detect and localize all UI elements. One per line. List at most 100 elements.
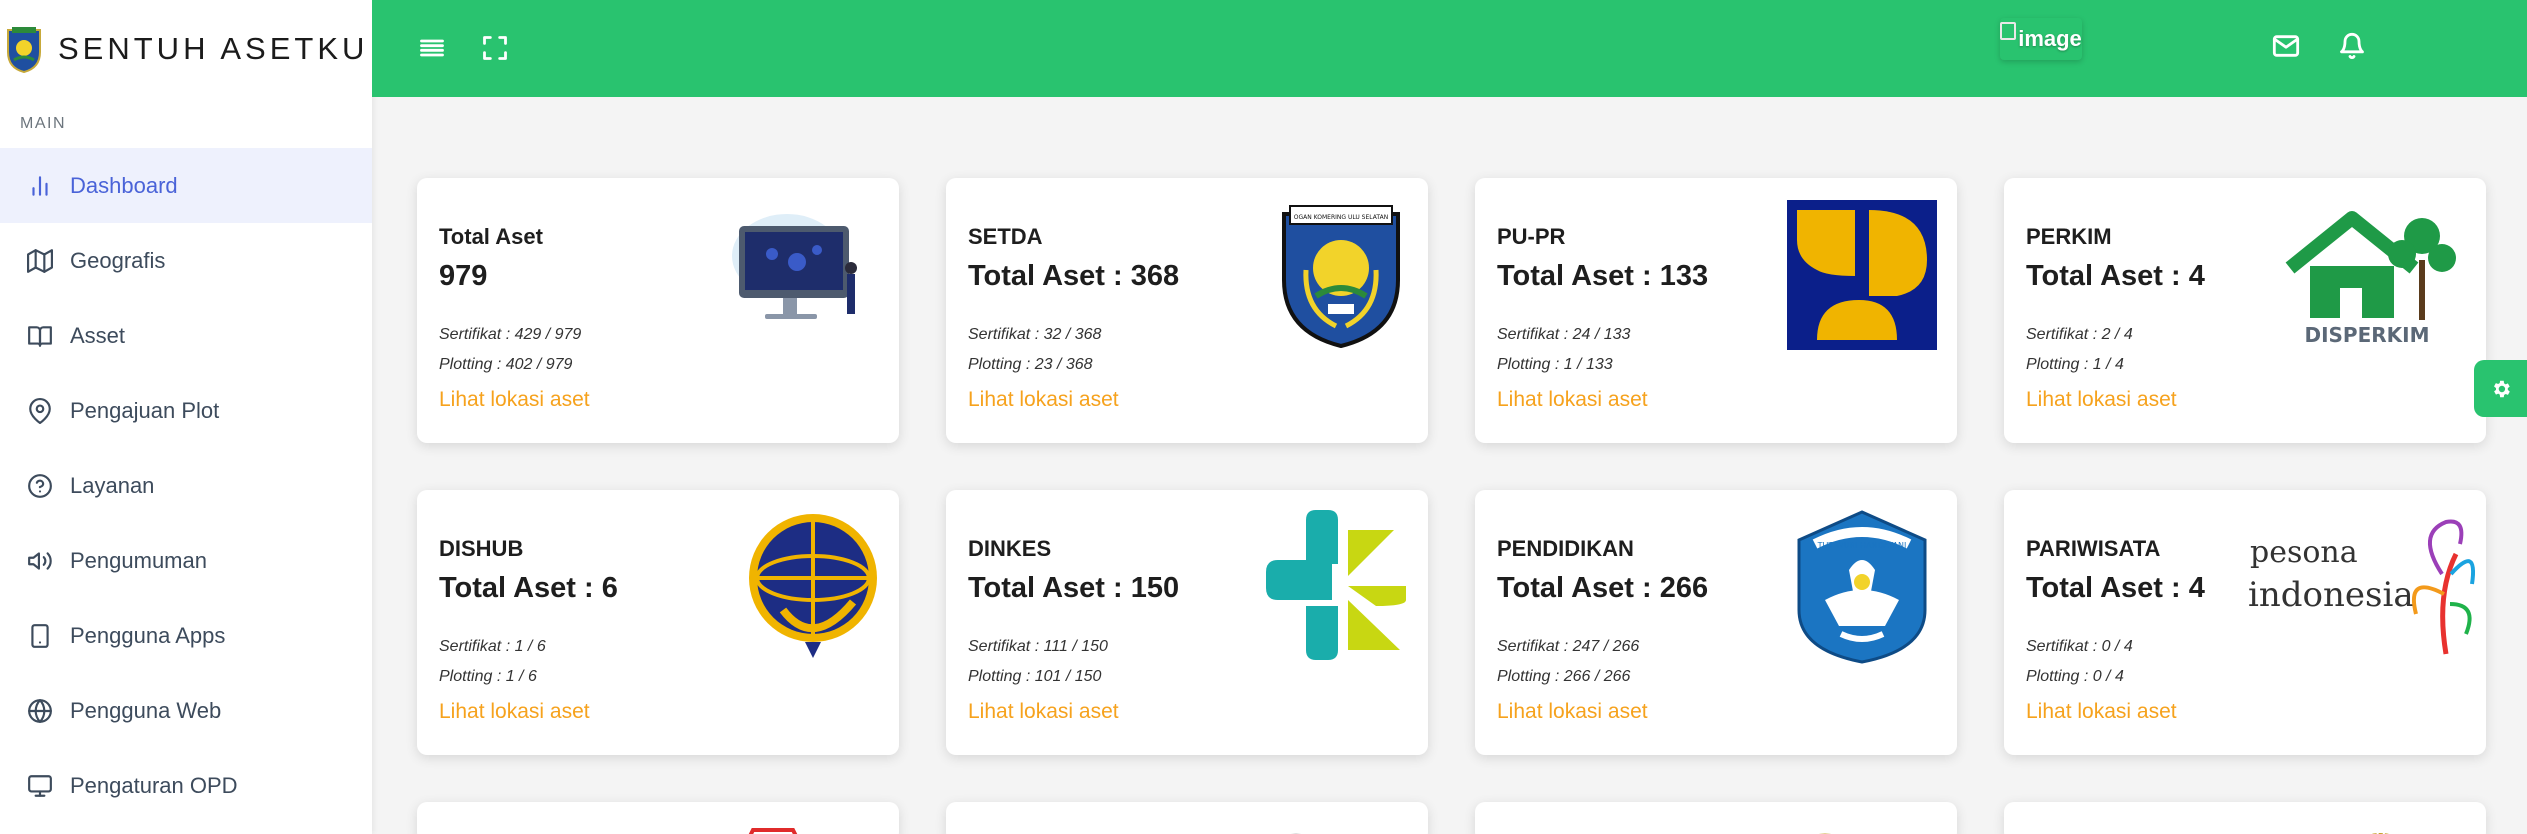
sidebar-item-geografis[interactable]: Geografis (0, 223, 372, 298)
sidebar-item-pengajuan-plot[interactable]: Pengajuan Plot (0, 373, 372, 448)
topbar: image (372, 0, 2527, 97)
asset-card-setda: SETDA Total Aset : 368 Sertifikat : 32 /… (946, 178, 1428, 443)
card-sertifikat: Sertifikat : 247 / 266 (1497, 638, 1640, 655)
card-sertifikat: Sertifikat : 32 / 368 (968, 326, 1102, 343)
sidebar-item-label: Pengajuan Plot (70, 397, 220, 423)
card-total: Total Aset : 133 (1497, 260, 1709, 292)
settings-toggle-button[interactable] (2474, 360, 2527, 417)
sidebar-item-label: Pengguna Web (70, 697, 222, 723)
card-title: PENDIDIKAN (1497, 536, 1634, 561)
view-location-link[interactable]: Lihat lokasi aset (1497, 700, 1648, 724)
megaphone-icon (26, 547, 54, 575)
asset-card-partial (946, 802, 1428, 834)
emblem-text: OGAN KOMERING ULU SELATAN (1294, 214, 1388, 221)
fullscreen-icon[interactable] (477, 30, 513, 66)
card-total: Total Aset : 4 (2026, 260, 2205, 292)
book-icon (26, 322, 54, 350)
sidebar-item-pengguna-web[interactable]: Pengguna Web (0, 673, 372, 748)
card-total: Total Aset : 266 (1497, 572, 1709, 604)
section-label-main: MAIN (20, 115, 66, 132)
mail-icon[interactable] (2268, 28, 2304, 64)
card-total: Total Aset : 6 (439, 572, 618, 604)
dishub-logo-icon (749, 514, 877, 658)
card-sertifikat: Sertifikat : 1 / 6 (439, 638, 546, 655)
card-sertifikat: Sertifikat : 111 / 150 (968, 638, 1108, 655)
tut-wuri-handayani-logo-icon: TUT WURI HANDAYANI (1797, 510, 1927, 664)
sidebar-item-pengguna-apps[interactable]: Pengguna Apps (0, 598, 372, 673)
map-pin-icon (26, 397, 54, 425)
menu-icon[interactable] (414, 30, 450, 66)
view-location-link[interactable]: Lihat lokasi aset (968, 700, 1119, 724)
sidebar-item-label: Layanan (70, 472, 155, 498)
card-title: DINKES (968, 536, 1052, 561)
globe-icon (26, 697, 54, 725)
tut-wuri-text: TUT WURI HANDAYANI (1817, 541, 1907, 550)
bell-icon[interactable] (2334, 28, 2370, 64)
asset-card-total: Total Aset 979 Sertifikat : 429 / 979 Pl… (417, 178, 899, 443)
disperkim-logo-icon: DISPERKIM (2285, 211, 2456, 347)
sidebar-item-pengumuman[interactable]: Pengumuman (0, 523, 372, 598)
sidebar-item-layanan[interactable]: Layanan (0, 448, 372, 523)
card-plotting: Plotting : 1 / 4 (2026, 356, 2124, 373)
view-location-link[interactable]: Lihat lokasi aset (2026, 388, 2177, 412)
view-location-link[interactable]: Lihat lokasi aset (968, 388, 1119, 412)
card-total: Total Aset : 150 (968, 572, 1180, 604)
sidebar-item-label: Pengaturan OPD (70, 772, 238, 798)
sidebar-item-pengaturan-opd[interactable]: Pengaturan OPD (0, 748, 372, 823)
sidebar-item-label: Dashboard (70, 172, 178, 198)
broken-image-icon (2000, 22, 2017, 40)
sidebar-item-label: Geografis (70, 247, 166, 273)
card-total: Total Aset : 4 (2026, 572, 2205, 604)
computer-illustration-icon (732, 214, 857, 319)
partial-logo-icon (2371, 833, 2389, 834)
oku-selatan-emblem-icon: OGAN KOMERING ULU SELATAN (1282, 205, 1400, 348)
asset-card-pendidikan: PENDIDIKAN Total Aset : 266 Sertifikat :… (1475, 490, 1957, 755)
asset-card-pupr: PU-PR Total Aset : 133 Sertifikat : 24 /… (1475, 178, 1957, 443)
card-plotting: Plotting : 23 / 368 (968, 356, 1093, 373)
app-title: SENTUH ASETKU (58, 30, 369, 66)
brand[interactable]: SENTUH ASETKU (0, 0, 372, 97)
sidebar-item-label: Pengumuman (70, 547, 207, 573)
card-sertifikat: Sertifikat : 2 / 4 (2026, 326, 2133, 343)
sidebar-item-dashboard[interactable]: Dashboard (0, 148, 372, 223)
card-title: Total Aset (439, 224, 543, 249)
card-total: Total Aset : 368 (968, 260, 1180, 292)
card-title: PERKIM (2026, 224, 2112, 249)
sidebar: SENTUH ASETKU MAIN Dashboard Geografis A… (0, 0, 372, 834)
map-icon (26, 247, 54, 275)
asset-card-dishub: DISHUB Total Aset : 6 Sertifikat : 1 / 6… (417, 490, 899, 755)
asset-card-pariwisata: PARIWISATA Total Aset : 4 Sertifikat : 0… (2004, 490, 2486, 755)
card-plotting: Plotting : 1 / 6 (439, 668, 537, 685)
card-plotting: Plotting : 402 / 979 (439, 356, 573, 373)
asset-card-partial (1475, 802, 1957, 834)
disperkim-text: DISPERKIM (2304, 323, 2429, 347)
card-sertifikat: Sertifikat : 24 / 133 (1497, 326, 1631, 343)
view-location-link[interactable]: Lihat lokasi aset (439, 700, 590, 724)
card-plotting: Plotting : 101 / 150 (968, 668, 1102, 685)
view-location-link[interactable]: Lihat lokasi aset (1497, 388, 1648, 412)
card-title: PARIWISATA (2026, 536, 2161, 561)
asset-card-dinkes: DINKES Total Aset : 150 Sertifikat : 111… (946, 490, 1428, 755)
pupr-logo-icon (1787, 200, 1937, 350)
card-title: DISHUB (439, 536, 524, 561)
asset-card-partial (2004, 802, 2486, 834)
brand-logo-icon (7, 26, 41, 73)
sidebar-item-asset[interactable]: Asset (0, 298, 372, 373)
help-circle-icon (26, 472, 54, 500)
avatar[interactable]: image (2000, 18, 2082, 60)
kemenkes-logo-icon (1266, 510, 1406, 660)
bar-chart-icon (26, 172, 54, 200)
card-plotting: Plotting : 1 / 133 (1497, 356, 1613, 373)
view-location-link[interactable]: Lihat lokasi aset (439, 388, 590, 412)
card-sertifikat: Sertifikat : 0 / 4 (2026, 638, 2133, 655)
sidebar-item-label: Pengguna Apps (70, 622, 226, 648)
card-title: SETDA (968, 224, 1043, 249)
partial-logo-icon (1819, 833, 1831, 834)
smartphone-icon (26, 622, 54, 650)
view-location-link[interactable]: Lihat lokasi aset (2026, 700, 2177, 724)
indonesia-text: indonesia (2248, 575, 2414, 615)
avatar-alt-text: image (2018, 26, 2082, 51)
card-plotting: Plotting : 0 / 4 (2026, 668, 2124, 685)
gear-icon (2493, 380, 2510, 397)
sidebar-item-label: Asset (70, 322, 126, 348)
